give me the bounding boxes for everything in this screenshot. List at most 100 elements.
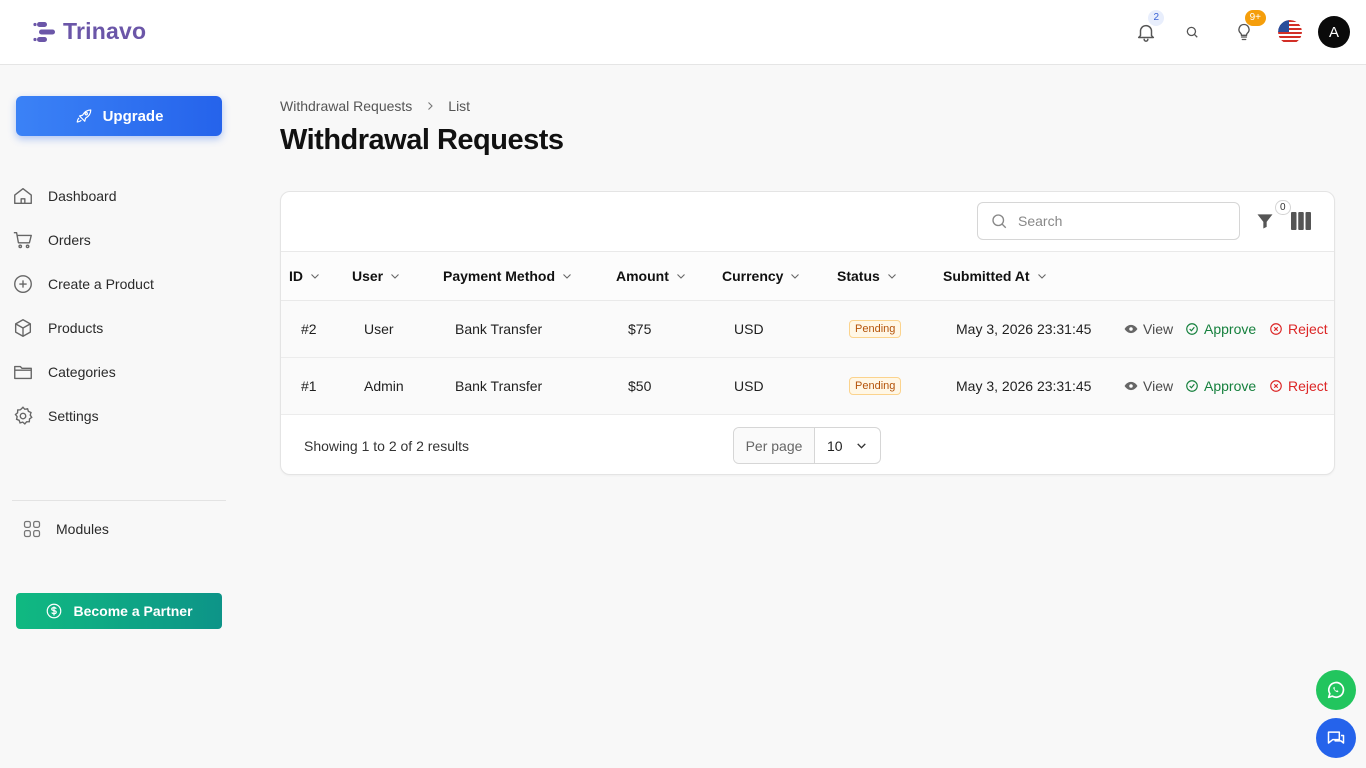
- cell-currency: USD: [734, 321, 764, 337]
- partner-label: Become a Partner: [73, 603, 193, 619]
- language-switcher[interactable]: [1274, 16, 1306, 48]
- column-id[interactable]: ID: [289, 268, 321, 284]
- results-summary: Showing 1 to 2 of 2 results: [304, 438, 469, 454]
- become-partner-button[interactable]: Become a Partner: [16, 593, 222, 629]
- column-label: Status: [837, 268, 880, 284]
- status-badge: Pending: [849, 320, 902, 338]
- view-label: View: [1143, 378, 1174, 394]
- per-page-control: Per page 10: [733, 427, 881, 464]
- gear-icon: [14, 406, 33, 425]
- column-amount[interactable]: Amount: [616, 268, 687, 284]
- chevron-down-icon: [677, 274, 685, 279]
- sidebar-nav: Dashboard Orders Create a Product Produc…: [12, 174, 226, 438]
- column-payment-method[interactable]: Payment Method: [443, 268, 573, 284]
- search-input[interactable]: [1018, 213, 1218, 229]
- sidebar-item-categories[interactable]: Categories: [12, 350, 226, 394]
- box-icon: [14, 319, 32, 337]
- column-label: Currency: [722, 268, 784, 284]
- sidebar-item-orders[interactable]: Orders: [12, 218, 226, 262]
- chevron-down-icon: [857, 443, 866, 449]
- chevron-down-icon: [311, 274, 319, 279]
- sidebar-item-label: Products: [48, 320, 104, 336]
- notifications-button[interactable]: 2: [1130, 10, 1164, 48]
- withdrawals-table-card: 0 ID User Payment Method Amount Currency…: [280, 191, 1335, 475]
- reject-action[interactable]: Reject: [1269, 321, 1328, 337]
- whatsapp-icon: [1327, 681, 1345, 699]
- x-circle-icon: [1270, 380, 1282, 392]
- dollar-circle-icon: [47, 603, 62, 619]
- chevron-down-icon: [887, 274, 896, 279]
- approve-label: Approve: [1204, 321, 1257, 337]
- column-label: User: [352, 268, 384, 284]
- column-user[interactable]: User: [352, 268, 401, 284]
- chevron-down-icon: [563, 274, 571, 279]
- tips-button[interactable]: 9+: [1228, 10, 1266, 48]
- upgrade-button[interactable]: Upgrade: [16, 96, 222, 136]
- top-bar: Trinavo 2 9+ A: [0, 0, 1366, 65]
- filter-count-badge: 0: [1275, 200, 1291, 215]
- folder-icon: [14, 365, 32, 380]
- chevron-down-icon: [791, 274, 800, 279]
- approve-action[interactable]: Approve: [1185, 321, 1256, 337]
- reject-action[interactable]: Reject: [1269, 378, 1328, 394]
- x-circle-icon: [1270, 323, 1282, 335]
- cell-user: Admin: [364, 378, 404, 394]
- filter-icon[interactable]: [1255, 211, 1275, 231]
- approve-action[interactable]: Approve: [1185, 378, 1256, 394]
- breadcrumb-current: List: [448, 98, 471, 114]
- sidebar-item-dashboard[interactable]: Dashboard: [12, 174, 226, 218]
- cell-id: #2: [301, 321, 317, 337]
- notifications-badge: 2: [1148, 10, 1164, 26]
- column-submitted-at[interactable]: Submitted At: [943, 268, 1048, 284]
- sidebar-item-modules[interactable]: Modules: [22, 515, 109, 543]
- view-label: View: [1143, 321, 1174, 337]
- column-label: Amount: [616, 268, 669, 284]
- sidebar-item-create-product[interactable]: Create a Product: [12, 262, 226, 306]
- cell-payment-method: Bank Transfer: [455, 321, 543, 337]
- cell-submitted-at: May 3, 2026 23:31:45: [956, 378, 1092, 394]
- per-page-select[interactable]: 10: [815, 438, 880, 454]
- chat-button[interactable]: [1316, 718, 1356, 758]
- search-box[interactable]: [977, 202, 1240, 240]
- sidebar-item-label: Create a Product: [48, 276, 154, 292]
- check-circle-icon: [1186, 323, 1198, 335]
- columns-icon[interactable]: [1291, 212, 1311, 230]
- cell-submitted-at: May 3, 2026 23:31:45: [956, 321, 1092, 337]
- cart-icon: [13, 231, 32, 249]
- plus-circle-icon: [14, 275, 32, 293]
- brand-name: Trinavo: [63, 18, 147, 44]
- us-flag-icon: [1278, 20, 1302, 44]
- cell-id: #1: [301, 378, 317, 394]
- home-icon: [14, 187, 32, 205]
- logo-icon: [33, 21, 55, 42]
- sidebar-item-label: Categories: [48, 364, 116, 380]
- table-row: #2 User Bank Transfer $75 USD Pending Ma…: [281, 301, 1334, 358]
- view-action[interactable]: View: [1124, 378, 1173, 394]
- search-button[interactable]: [1176, 16, 1208, 48]
- sidebar-item-label: Orders: [48, 232, 91, 248]
- per-page-label: Per page: [734, 428, 815, 463]
- reject-label: Reject: [1288, 378, 1328, 394]
- brand-logo[interactable]: Trinavo: [33, 18, 146, 45]
- per-page-value: 10: [827, 437, 843, 454]
- column-currency[interactable]: Currency: [722, 268, 801, 284]
- sidebar-item-settings[interactable]: Settings: [12, 394, 226, 438]
- sidebar-item-label: Dashboard: [48, 188, 117, 204]
- column-label: Payment Method: [443, 268, 556, 284]
- breadcrumb: Withdrawal Requests List: [280, 98, 470, 114]
- breadcrumb-parent[interactable]: Withdrawal Requests: [280, 98, 412, 114]
- whatsapp-button[interactable]: [1316, 670, 1356, 710]
- cell-user: User: [364, 321, 394, 337]
- search-icon: [992, 214, 1007, 229]
- column-label: ID: [289, 268, 303, 284]
- upgrade-label: Upgrade: [102, 107, 164, 125]
- column-status[interactable]: Status: [837, 268, 898, 284]
- eye-icon: [1124, 324, 1138, 334]
- cell-amount: $50: [628, 378, 652, 394]
- top-actions: 2 9+ A: [1130, 10, 1350, 48]
- sidebar-item-products[interactable]: Products: [12, 306, 226, 350]
- user-avatar[interactable]: A: [1318, 16, 1350, 48]
- page-title: Withdrawal Requests: [280, 124, 564, 156]
- cell-currency: USD: [734, 378, 764, 394]
- view-action[interactable]: View: [1124, 321, 1173, 337]
